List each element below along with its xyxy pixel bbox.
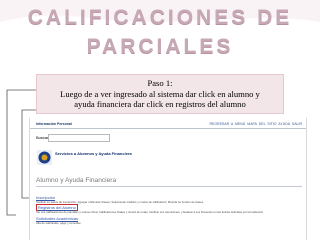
tab-personal-info[interactable]: Información Personal [36,121,72,128]
portal-logo: Servicios a Alumnos y Ayuda Financiera [36,149,132,167]
slide-title-line2: PARCIALES [86,35,234,58]
logo-text: Servicios a Alumnos y Ayuda Financiera [55,151,132,156]
callout-text-line1: Luego de a ver ingresado al sistema dar … [60,88,260,99]
portal-top-bar: Información Personal REGRESAR A MENÚ MAP… [30,121,306,129]
logo-icon [37,150,52,165]
menu-desc-registros-alumno: Ver sus calificaciones de parciales y ex… [36,210,264,214]
instruction-callout: Paso 1: Luego de a ver ingresado al sist… [36,74,284,114]
heading-divider [36,186,302,187]
student-portal-screenshot: Información Personal REGRESAR A MENÚ MAP… [29,118,307,240]
top-links[interactable]: REGRESAR A MENÚ MAPA DEL SITIO AYUDA SAL… [209,121,302,128]
callout-text-line2: ayuda financiera dar click en registros … [74,99,246,109]
page-heading: Alumno y Ayuda Financiera [36,177,117,184]
search-input[interactable] [48,134,110,142]
callout-step: Paso 1: [147,78,173,88]
slide-title-line1: CALIFICACIONES DE [27,6,293,29]
menu-desc-solicitudes: Alta de solicitudes, pago y consultar [36,221,81,225]
search-row: Buscar [36,134,116,142]
search-label: Buscar [36,135,49,140]
